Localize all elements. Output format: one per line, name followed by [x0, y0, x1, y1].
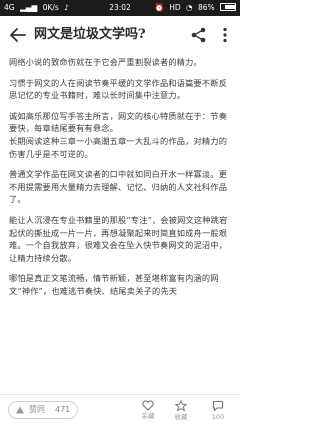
back-arrow-icon[interactable] [8, 25, 28, 45]
article-paragraph: 普通文学作品在网文读者的口中就如同白开水一样寡淡。更不用提需要用大量精力去理解、… [9, 169, 228, 205]
share-icon[interactable] [190, 26, 208, 44]
disable-button[interactable]: 杀藏 [133, 400, 163, 424]
comment-bubble-icon [212, 400, 224, 412]
vote-label: 赞同 [29, 405, 45, 414]
app-header: 网文是垃圾文学吗? [0, 16, 240, 54]
status-bar: 4G ▂▄▆ 0K/s ♪ 23:02 ⏰ HD ◔ 86% [0, 0, 240, 16]
star-icon [175, 400, 187, 412]
battery-icon [220, 3, 236, 11]
vote-count: 471 [55, 405, 71, 414]
wifi-icon: ◔ [186, 3, 193, 12]
page-title: 网文是垃圾文学吗? [34, 27, 146, 42]
status-right: ⏰ HD ◔ 86% [151, 0, 236, 16]
battery-fill [225, 5, 236, 9]
comment-button[interactable]: 100 [203, 400, 233, 424]
vote-button[interactable]: 赞同 471 [8, 401, 78, 419]
hd-badge: HD [169, 3, 181, 12]
article-paragraph: 网络小说的致命伤就在于它会严重割裂读者的精力。 [9, 57, 202, 67]
article-paragraph: 习惯于网文的人在阅读节奏平缓的文学作品和语篇要不断反思记忆的专业书籍时，难以长时… [9, 77, 228, 101]
bottom-action-bar: 赞同 471 杀藏 收藏 100 [0, 394, 240, 427]
article-paragraph: 长期阅读这种三章一小高潮五章一大乱斗的作品，对精力的伤害几乎是不可逆的。 [9, 135, 228, 159]
article-body[interactable]: 网络小说的致命伤就在于它会严重割裂读者的精力。 习惯于网文的人在阅读节奏平缓的文… [9, 56, 231, 394]
favorite-label: 收藏 [174, 413, 188, 421]
article-paragraph: 诚如高乐那位写手答主所言，网文的核心特质就在于：节奏要快，每章结尾要有有悬念。 [9, 110, 228, 134]
article-paragraph: 哪怕是真正文笔流畅，情节新颖，甚至堪称富有内涵的网文“神作”，也难逃节奏快、结尾… [9, 273, 219, 296]
article-paragraph: 能让人沉浸在专业书籍里的那股“专注”，会被网文这种跳宕起伏的撕扯成一片一片，再想… [9, 214, 228, 263]
comment-count: 100 [211, 413, 225, 421]
alarm-icon: ⏰ [154, 3, 164, 12]
more-menu-icon[interactable] [219, 26, 231, 44]
favorite-button[interactable]: 收藏 [166, 400, 196, 424]
upvote-triangle-icon [16, 406, 24, 414]
disable-label: 杀藏 [141, 412, 155, 420]
heart-icon [142, 400, 154, 411]
battery-percent: 86% [197, 3, 215, 12]
